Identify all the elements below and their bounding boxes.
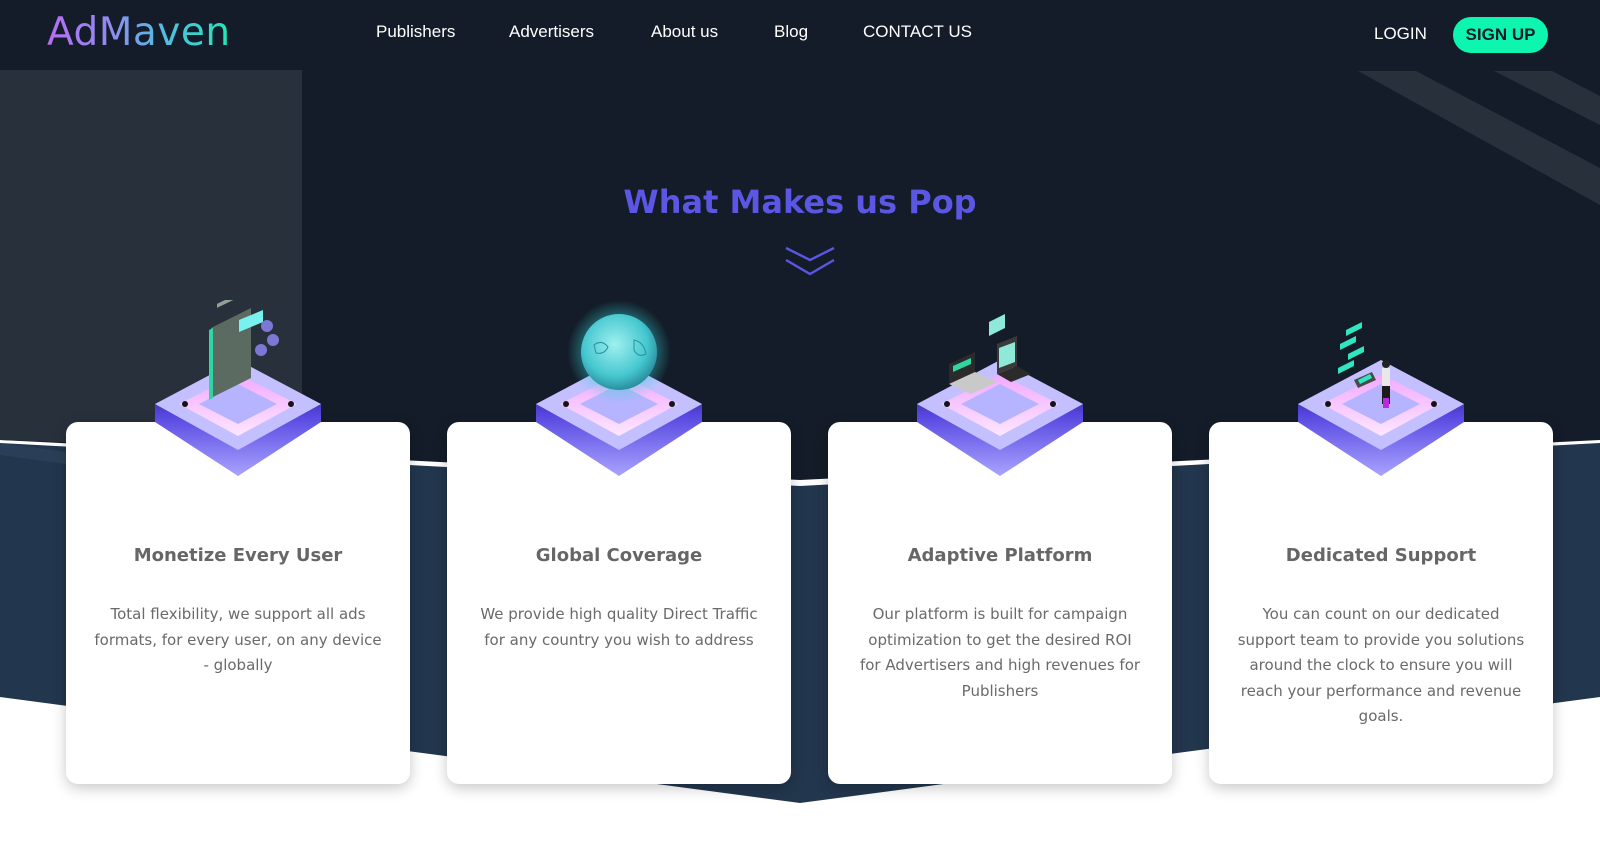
signup-button[interactable]: SIGN UP bbox=[1453, 17, 1548, 53]
feature-title: Global Coverage bbox=[535, 545, 703, 566]
feature-description: Total flexibility, we support all ads fo… bbox=[94, 605, 382, 675]
nav-advertisers[interactable]: Advertisers bbox=[509, 19, 594, 45]
nav-contact-us[interactable]: CONTACT US bbox=[863, 19, 972, 45]
double-chevron-down-icon[interactable] bbox=[784, 246, 836, 280]
feature-title: Monetize Every User bbox=[133, 545, 343, 566]
feature-title: Adaptive Platform bbox=[907, 545, 1093, 566]
admaven-logo[interactable]: AdMaven bbox=[47, 8, 231, 58]
login-link[interactable]: LOGIN bbox=[1374, 21, 1427, 47]
feature-description: We provide high quality Direct Traffic f… bbox=[480, 605, 758, 649]
nav-blog[interactable]: Blog bbox=[774, 19, 808, 45]
mobile-ads-platform-icon bbox=[155, 300, 321, 476]
support-person-platform-icon bbox=[1298, 322, 1464, 476]
globe-platform-icon bbox=[536, 300, 702, 476]
feature-description: You can count on our dedicated support t… bbox=[1237, 605, 1525, 726]
feature-title: Dedicated Support bbox=[1285, 545, 1477, 566]
section-title: What Makes us Pop bbox=[623, 183, 977, 221]
laptops-platform-icon bbox=[917, 314, 1083, 476]
nav-publishers[interactable]: Publishers bbox=[376, 19, 455, 45]
feature-description: Our platform is built for campaign optim… bbox=[859, 605, 1141, 700]
nav-about-us[interactable]: About us bbox=[651, 19, 718, 45]
site-header: AdMaven Publishers Advertisers About us … bbox=[0, 0, 1600, 70]
